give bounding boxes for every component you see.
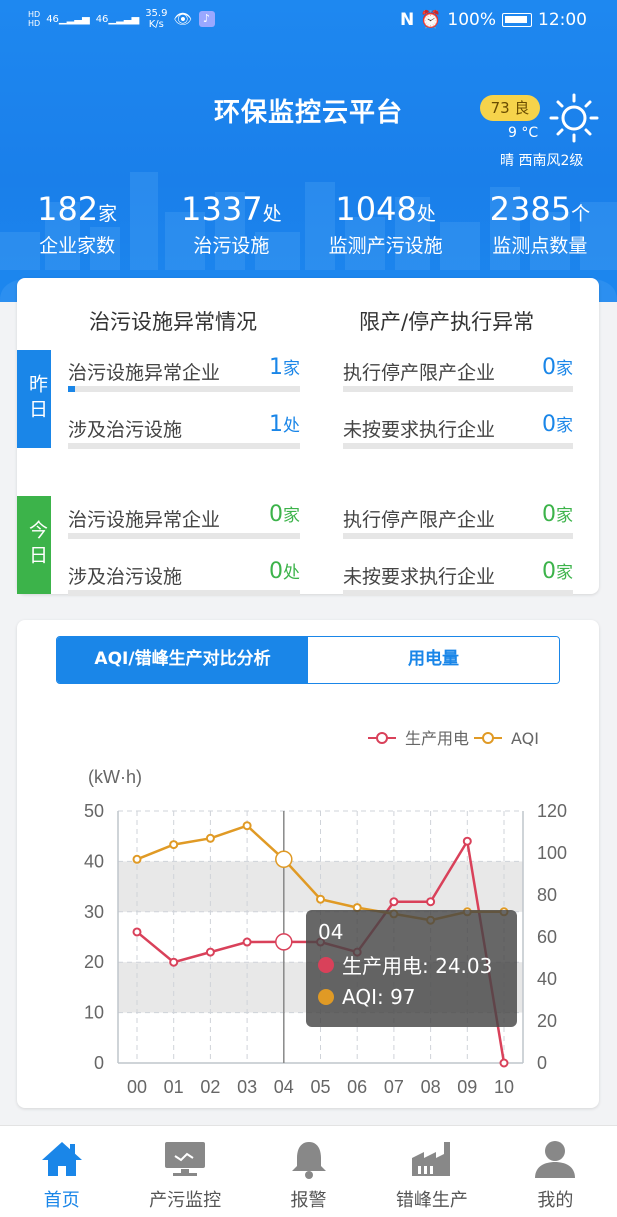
app-screen: HD HD 46▁▂▃▅ 46▁▂▃▅ 35.9 K/s 👁 ♪ N ⏰ 100% … — [0, 0, 617, 1217]
nav-home[interactable]: 首页 — [0, 1126, 123, 1217]
y-tick-label-left: 30 — [84, 902, 104, 922]
x-tick-label: 05 — [310, 1077, 330, 1097]
legend-marker — [376, 732, 388, 744]
data-point — [132, 854, 142, 864]
chart-tooltip: 04 生产用电: 24.03 AQI: 97 — [306, 910, 517, 1027]
data-point — [499, 1058, 509, 1068]
y-tick-label-right: 40 — [537, 969, 557, 989]
data-point — [205, 833, 215, 843]
y-tick-label-right: 20 — [537, 1011, 557, 1031]
data-point — [316, 894, 325, 904]
y-axis-unit-label: (kW·h) — [88, 767, 142, 787]
x-tick-label: 08 — [421, 1077, 441, 1097]
tooltip-title: 04 — [318, 920, 344, 944]
power-dot-icon — [318, 956, 334, 973]
y-tick-label-left: 10 — [84, 1003, 104, 1023]
legend-marker — [482, 732, 494, 744]
x-tick-label: 01 — [164, 1077, 184, 1097]
nav-alarm[interactable]: 报警 — [247, 1126, 370, 1217]
x-tick-label: 03 — [237, 1077, 257, 1097]
y-tick-label-left: 40 — [84, 851, 104, 871]
y-tick-label-left: 50 — [84, 801, 104, 821]
monitor-icon — [165, 1142, 206, 1176]
data-point — [389, 897, 399, 907]
data-point — [426, 897, 436, 907]
x-tick-label: 02 — [200, 1077, 220, 1097]
data-point — [275, 933, 293, 951]
x-tick-label: 04 — [274, 1077, 294, 1097]
bell-icon — [291, 1142, 326, 1179]
bottom-nav: 首页 产污监控 报警 错峰生产 我的 — [0, 1125, 617, 1217]
factory-icon — [411, 1142, 450, 1176]
nav-profile[interactable]: 我的 — [494, 1126, 617, 1217]
data-point — [169, 840, 179, 850]
x-tick-label: 09 — [457, 1077, 477, 1097]
data-point — [462, 836, 472, 846]
data-point — [169, 957, 179, 967]
tooltip-power-line: 生产用电: 24.03 — [318, 950, 505, 979]
y-tick-label-left: 20 — [84, 952, 104, 972]
y-tick-label-left: 0 — [94, 1053, 104, 1073]
y-tick-label-right: 60 — [537, 927, 557, 947]
x-tick-label: 06 — [347, 1077, 367, 1097]
legend-label: AQI — [511, 729, 539, 748]
data-point — [242, 937, 252, 947]
data-point — [242, 821, 252, 831]
y-tick-label-right: 0 — [537, 1053, 547, 1073]
data-point — [132, 927, 142, 937]
x-tick-label: 10 — [494, 1077, 514, 1097]
user-icon — [535, 1141, 576, 1178]
y-tick-label-right: 120 — [537, 801, 567, 821]
nav-peak-production[interactable]: 错峰生产 — [370, 1126, 493, 1217]
legend-label: 生产用电 — [405, 729, 469, 748]
tooltip-aqi-line: AQI: 97 — [318, 985, 505, 1009]
nav-pollution-monitor[interactable]: 产污监控 — [123, 1126, 246, 1217]
x-tick-label: 07 — [384, 1077, 404, 1097]
y-tick-label-right: 100 — [537, 843, 567, 863]
data-point — [275, 850, 293, 869]
home-icon — [41, 1142, 82, 1176]
data-point — [205, 947, 215, 957]
aqi-dot-icon — [318, 989, 334, 1005]
x-tick-label: 00 — [127, 1077, 147, 1097]
y-tick-label-right: 80 — [537, 885, 557, 905]
